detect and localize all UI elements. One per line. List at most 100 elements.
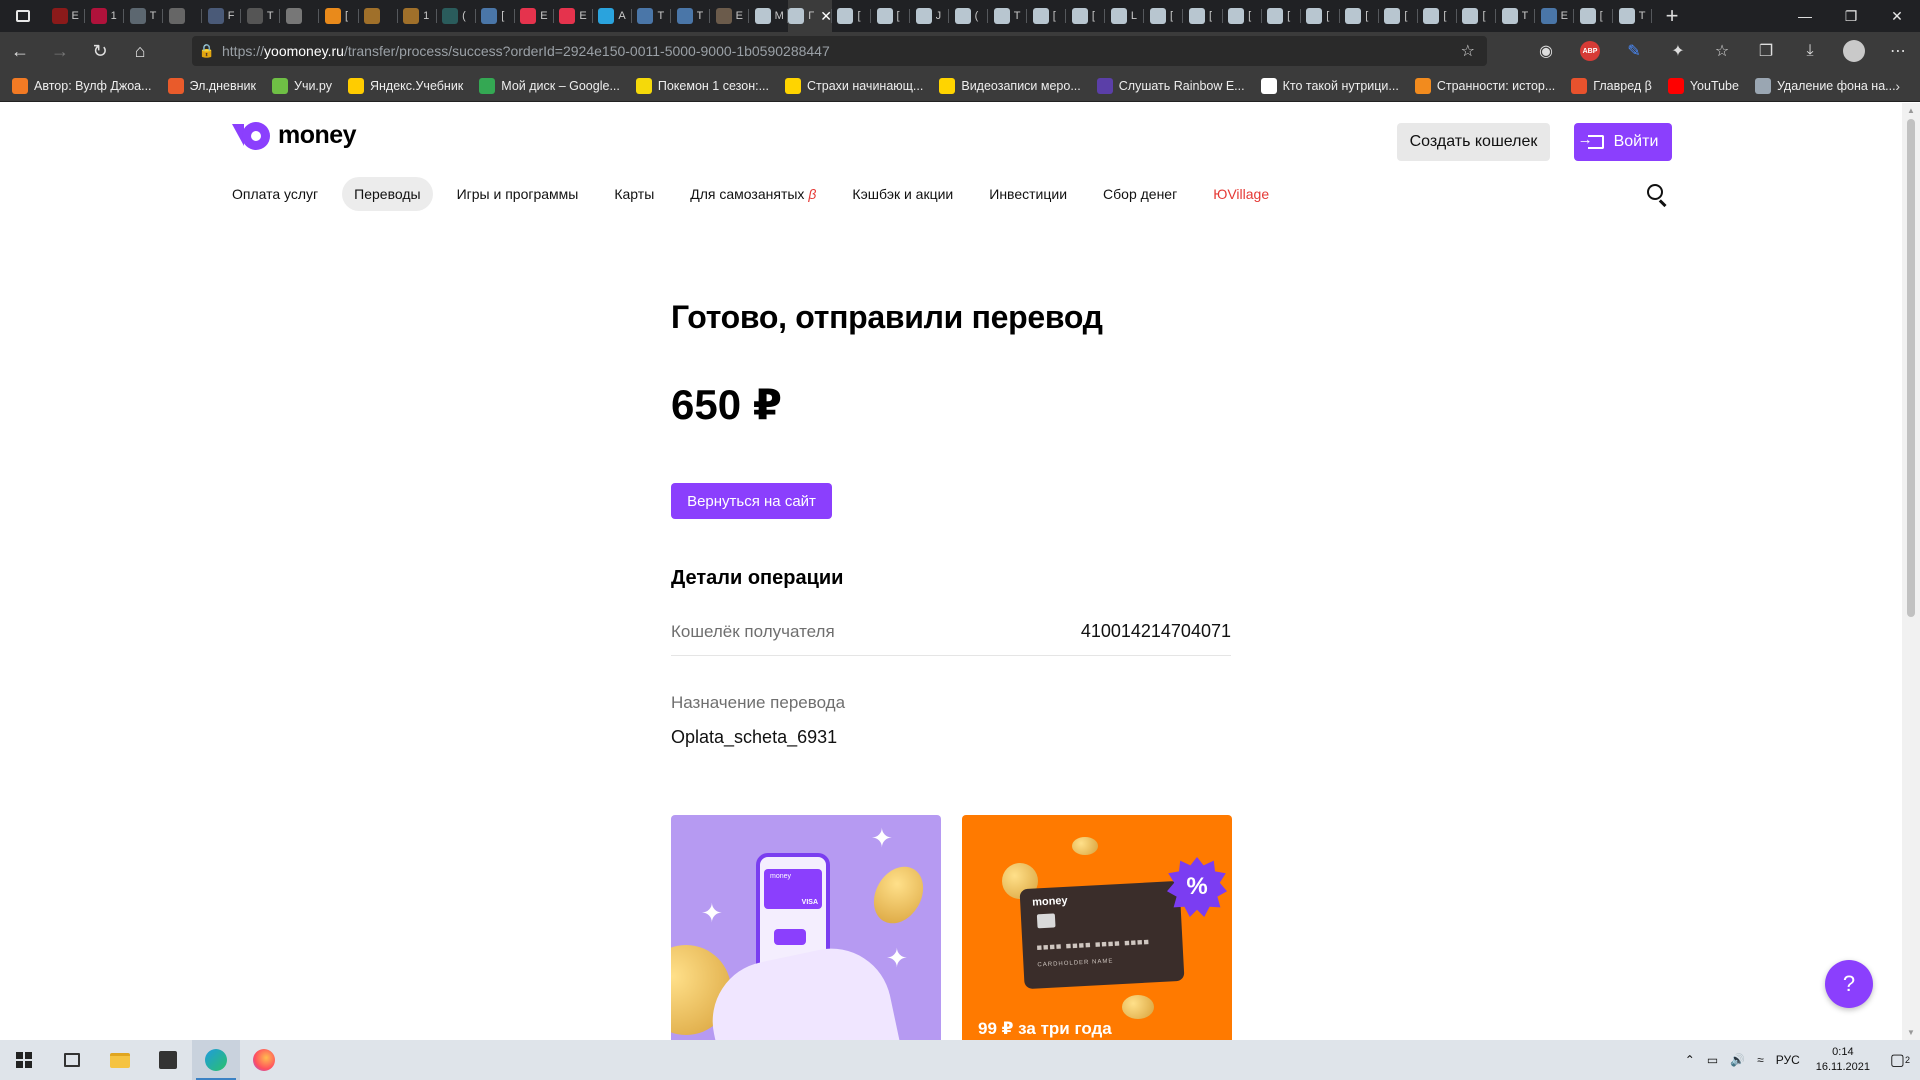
browser-tab[interactable]: A: [593, 0, 633, 32]
pen-extension-icon[interactable]: ✎: [1612, 32, 1656, 70]
nav-item[interactable]: Для самозанятых β: [678, 177, 828, 211]
browser-tab[interactable]: E: [1535, 0, 1575, 32]
bookmark-item[interactable]: Главред β: [1571, 77, 1652, 94]
promo-card-plastic[interactable]: money ■■■■ ■■■■ ■■■■ ■■■■ CARDHOLDER NAM…: [962, 815, 1232, 1040]
scrollbar-thumb[interactable]: [1907, 119, 1915, 617]
browser-tab[interactable]: 1: [85, 0, 125, 32]
yoomoney-logo[interactable]: money: [232, 121, 357, 150]
notifications-button[interactable]: ▢ 2: [1880, 1040, 1920, 1080]
page-scrollbar[interactable]: ▲ ▼: [1902, 103, 1920, 1040]
back-button[interactable]: ←: [0, 32, 40, 70]
file-explorer-button[interactable]: [96, 1040, 144, 1080]
new-tab-button[interactable]: +: [1652, 0, 1692, 32]
bookmark-item[interactable]: Автор: Вулф Джоа...: [12, 77, 152, 94]
bookmark-item[interactable]: Учи.ру: [272, 77, 332, 94]
language-indicator[interactable]: РУС: [1770, 1053, 1806, 1067]
start-button[interactable]: [0, 1040, 48, 1080]
browser-tab[interactable]: L: [1105, 0, 1145, 32]
collections-icon[interactable]: ❐: [1744, 32, 1788, 70]
browser-tab[interactable]: [: [1027, 0, 1067, 32]
add-favorite-icon[interactable]: ☆: [1461, 41, 1475, 61]
browser-tab[interactable]: [: [1457, 0, 1497, 32]
login-button[interactable]: Войти: [1574, 123, 1672, 161]
browser-tab[interactable]: T: [671, 0, 711, 32]
browser-tab[interactable]: 1: [398, 0, 437, 32]
browser-tab[interactable]: T: [988, 0, 1028, 32]
browser-tab[interactable]: [: [1418, 0, 1457, 32]
browser-tab[interactable]: [: [871, 0, 911, 32]
battery-icon[interactable]: ▭: [1701, 1053, 1724, 1067]
bookmark-item[interactable]: Кто такой нутрици...: [1260, 77, 1399, 94]
close-tab-icon[interactable]: ✕: [820, 8, 832, 25]
browser-tab[interactable]: T: [241, 0, 281, 32]
nav-item[interactable]: Оплата услуг: [220, 177, 330, 211]
browser-tab[interactable]: [280, 0, 320, 32]
forward-button[interactable]: →: [40, 32, 80, 70]
settings-menu-icon[interactable]: ⋯: [1876, 32, 1920, 70]
browser-tab[interactable]: [: [319, 0, 359, 32]
create-wallet-button[interactable]: Создать кошелек: [1397, 123, 1550, 161]
profile-avatar[interactable]: [1832, 32, 1876, 70]
browser-tab[interactable]: E: [46, 0, 86, 32]
browser-tab[interactable]: [: [1574, 0, 1614, 32]
show-hidden-icons[interactable]: ⌃: [1679, 1053, 1701, 1067]
browser-tab[interactable]: [: [1379, 0, 1418, 32]
browser-tab[interactable]: [: [1262, 0, 1301, 32]
more-bookmarks-icon[interactable]: ›: [1895, 78, 1900, 94]
task-view-button[interactable]: [48, 1040, 96, 1080]
bookmark-item[interactable]: Странности: истор...: [1414, 77, 1555, 94]
clock[interactable]: 0:14 16.11.2021: [1806, 1045, 1880, 1075]
browser-tab[interactable]: T: [124, 0, 164, 32]
adblock-plus-icon[interactable]: ABP: [1568, 32, 1612, 70]
nav-item[interactable]: Переводы: [342, 177, 433, 211]
browser-tab[interactable]: [: [1066, 0, 1106, 32]
browser-tab[interactable]: E: [710, 0, 750, 32]
promo-card-virtual[interactable]: ✦ ✦ ✦ money VISA: [671, 815, 941, 1040]
browser-tab[interactable]: [: [1340, 0, 1379, 32]
home-button[interactable]: ⌂: [120, 32, 160, 70]
bookmark-item[interactable]: Слушать Rainbow E...: [1096, 77, 1245, 94]
browser-tab[interactable]: M: [749, 0, 789, 32]
bookmark-item[interactable]: Удаление фона на...: [1754, 77, 1896, 94]
address-bar[interactable]: 🔒 https://yoomoney.ru/transfer/process/s…: [192, 36, 1487, 66]
browser-tab[interactable]: E: [515, 0, 554, 32]
volume-icon[interactable]: 🔊: [1724, 1053, 1751, 1067]
wifi-icon[interactable]: ≈: [1751, 1053, 1770, 1067]
nav-item[interactable]: Кэшбэк и акции: [840, 177, 965, 211]
bookmark-item[interactable]: YouTube: [1667, 77, 1739, 94]
bookmark-item[interactable]: Видеозаписи меро...: [939, 77, 1081, 94]
return-to-site-button[interactable]: Вернуться на сайт: [671, 483, 832, 519]
nav-item[interactable]: Сбор денег: [1091, 177, 1189, 211]
browser-tab[interactable]: [: [1183, 0, 1223, 32]
browser-tab[interactable]: [: [1223, 0, 1262, 32]
browser-tab[interactable]: [163, 0, 203, 32]
browser-tab[interactable]: T: [632, 0, 672, 32]
lock-icon[interactable]: 🔒: [192, 43, 222, 59]
bookmark-item[interactable]: Покемон 1 сезон:...: [635, 77, 769, 94]
nav-item[interactable]: Инвестиции: [977, 177, 1079, 211]
bookmark-item[interactable]: Эл.дневник: [167, 77, 256, 94]
bookmark-item[interactable]: Мой диск – Google...: [479, 77, 620, 94]
browser-tab[interactable]: F: [202, 0, 242, 32]
favorites-icon[interactable]: ☆: [1700, 32, 1744, 70]
browser-tab[interactable]: [: [1301, 0, 1340, 32]
bookmark-item[interactable]: Страхи начинающ...: [784, 77, 923, 94]
firefox-button[interactable]: [240, 1040, 288, 1080]
minimize-button[interactable]: —: [1782, 0, 1828, 32]
bookmark-item[interactable]: Яндекс.Учебник: [347, 77, 463, 94]
extension-icon[interactable]: ◉: [1524, 32, 1568, 70]
browser-tab[interactable]: E: [554, 0, 593, 32]
restore-button[interactable]: ❐: [1828, 0, 1874, 32]
browser-tab[interactable]: T: [1496, 0, 1536, 32]
browser-tab[interactable]: J: [910, 0, 950, 32]
downloads-icon[interactable]: ⤓: [1788, 32, 1832, 70]
close-window-button[interactable]: ✕: [1874, 0, 1920, 32]
extensions-icon[interactable]: ✦: [1656, 32, 1700, 70]
browser-tab[interactable]: (: [949, 0, 989, 32]
browser-tab[interactable]: Г ✕: [788, 0, 832, 32]
nav-item[interactable]: Игры и программы: [445, 177, 591, 211]
search-icon[interactable]: [1647, 184, 1669, 207]
tab-actions-menu[interactable]: [0, 0, 46, 32]
nav-item[interactable]: Карты: [602, 177, 666, 211]
nav-item[interactable]: ЮVillage: [1201, 177, 1281, 211]
